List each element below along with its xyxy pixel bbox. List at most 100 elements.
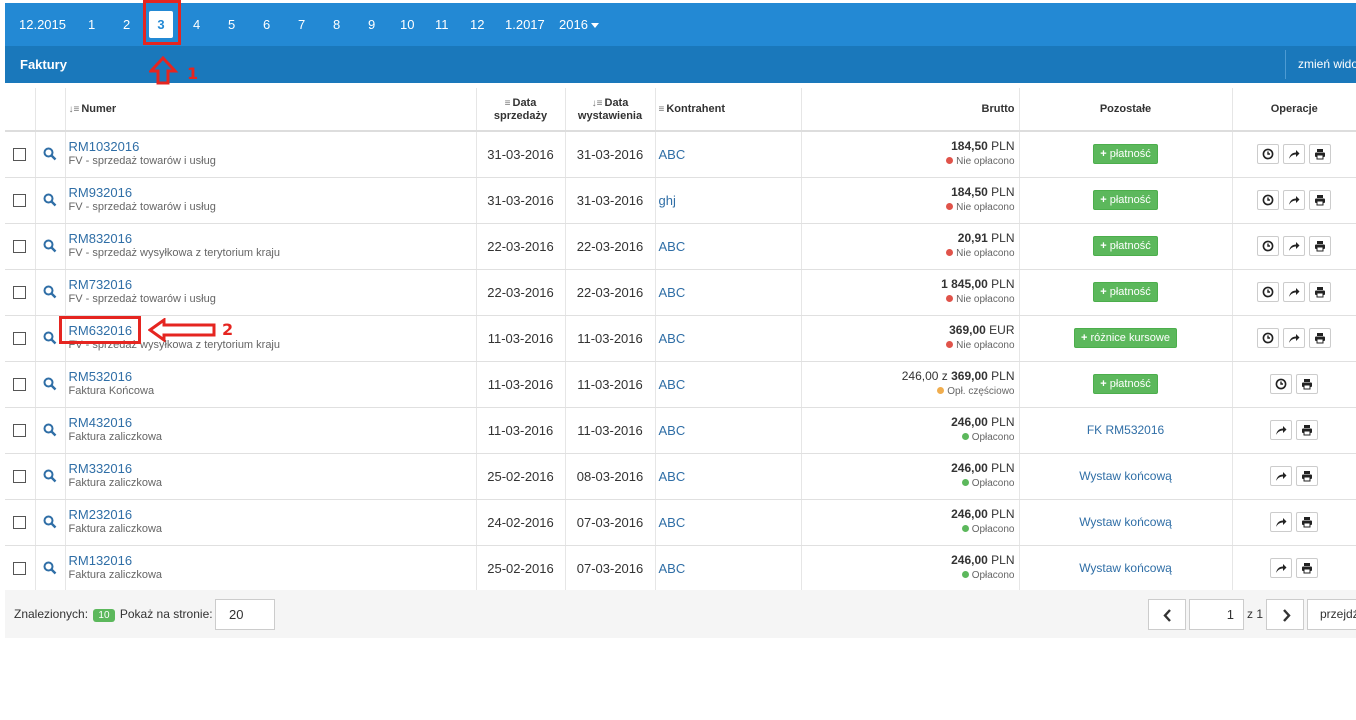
search-icon[interactable] [43,561,57,575]
print-button[interactable] [1296,420,1319,440]
history-button[interactable] [1257,144,1280,165]
header-kontrahent[interactable]: ≡ Kontrahent [655,88,802,132]
add-exchange-diff-button[interactable]: + różnice kursowe [1074,328,1177,348]
header-numer[interactable]: ↓≡ Numer [65,88,477,132]
add-payment-button[interactable]: + płatność [1093,374,1158,394]
print-button[interactable] [1309,190,1332,210]
month-tab-11[interactable]: 11 [435,3,449,46]
search-icon[interactable] [43,423,57,437]
invoice-number-link[interactable]: RM432016 [69,416,476,430]
search-icon[interactable] [43,239,57,253]
related-invoice-link[interactable]: Wystaw końcową [1079,469,1172,483]
search-icon[interactable] [43,377,57,391]
row-checkbox[interactable] [13,561,27,575]
contractor-link[interactable]: ABC [659,285,686,300]
search-icon[interactable] [43,469,57,483]
contractor-link[interactable]: ABC [659,239,686,254]
send-button[interactable] [1283,328,1306,348]
month-tab-1-2017[interactable]: 1.2017 [505,3,545,46]
send-button[interactable] [1283,190,1306,210]
change-view-button[interactable]: zmień widok [1298,46,1356,83]
print-button[interactable] [1309,236,1332,256]
send-button[interactable] [1283,282,1306,302]
row-checkbox[interactable] [13,515,27,529]
invoice-number-link[interactable]: RM532016 [69,370,476,384]
print-button[interactable] [1296,374,1319,394]
month-tab-10[interactable]: 10 [400,3,414,46]
invoice-number-link[interactable]: RM732016 [69,278,476,292]
row-checkbox[interactable] [13,469,27,483]
history-button[interactable] [1270,374,1293,394]
invoice-number-link[interactable]: RM1032016 [69,140,476,154]
contractor-link[interactable]: ABC [659,147,686,162]
page-number-input[interactable]: 1 [1189,599,1244,630]
contractor-link[interactable]: ABC [659,331,686,346]
header-data-wystawienia[interactable]: ↓≡ Data wystawienia [565,88,656,132]
invoice-number-link[interactable]: RM832016 [69,232,476,246]
month-tab-4[interactable]: 4 [193,3,200,46]
print-button[interactable] [1296,466,1319,486]
row-checkbox[interactable] [13,377,27,391]
go-to-page-button[interactable]: przejdź [1307,599,1356,630]
month-tab-9[interactable]: 9 [368,3,375,46]
invoice-number-link[interactable]: RM232016 [69,508,476,522]
month-tab-12-2015[interactable]: 12.2015 [19,3,66,46]
send-button[interactable] [1283,236,1306,256]
print-button[interactable] [1309,144,1332,165]
brutto-cell: 184,50 PLN Nie opłacono [801,177,1020,224]
per-page-input[interactable]: 20 [215,599,275,630]
print-button[interactable] [1309,282,1332,302]
invoice-number-link[interactable]: RM932016 [69,186,476,200]
history-button[interactable] [1257,328,1280,348]
add-payment-button[interactable]: + płatność [1093,190,1158,210]
history-button[interactable] [1257,282,1280,302]
month-tab-1[interactable]: 1 [88,3,95,46]
history-button[interactable] [1257,236,1280,256]
related-invoice-link[interactable]: Wystaw końcową [1079,515,1172,529]
print-button[interactable] [1309,328,1332,348]
month-tab-7[interactable]: 7 [298,3,305,46]
month-tab-12[interactable]: 12 [470,3,484,46]
send-button[interactable] [1270,512,1293,532]
month-tab-6[interactable]: 6 [263,3,270,46]
print-button[interactable] [1296,558,1319,578]
send-button[interactable] [1270,420,1293,440]
print-button[interactable] [1296,512,1319,532]
contractor-link[interactable]: ABC [659,423,686,438]
row-checkbox[interactable] [13,285,27,299]
send-button[interactable] [1270,558,1293,578]
add-payment-button[interactable]: + płatność [1093,282,1158,302]
contractor-link[interactable]: ABC [659,561,686,576]
related-invoice-link[interactable]: Wystaw końcową [1079,561,1172,575]
history-button[interactable] [1257,190,1280,210]
invoice-number-link[interactable]: RM132016 [69,554,476,568]
row-checkbox[interactable] [13,239,27,253]
send-button[interactable] [1270,466,1293,486]
month-tab-5[interactable]: 5 [228,3,235,46]
contractor-link[interactable]: ABC [659,469,686,484]
month-tab-8[interactable]: 8 [333,3,340,46]
send-button[interactable] [1283,144,1306,165]
contractor-link[interactable]: ghj [659,193,676,208]
search-icon[interactable] [43,147,57,161]
contractor-link[interactable]: ABC [659,377,686,392]
search-icon[interactable] [43,193,57,207]
year-dropdown[interactable]: 2016 [559,3,599,46]
search-icon[interactable] [43,285,57,299]
row-checkbox[interactable] [13,331,27,345]
search-icon[interactable] [43,515,57,529]
prev-page-button[interactable] [1148,599,1186,630]
header-data-sprzedazy[interactable]: ≡ Data sprzedaży [476,88,566,132]
contractor-link[interactable]: ABC [659,515,686,530]
row-checkbox[interactable] [13,193,27,207]
invoice-number-link[interactable]: RM332016 [69,462,476,476]
add-payment-button[interactable]: + płatność [1093,144,1158,165]
row-checkbox[interactable] [13,423,27,437]
related-invoice-link[interactable]: FK RM532016 [1087,423,1164,437]
contractor-cell: ABC [655,131,802,178]
month-tab-2[interactable]: 2 [123,3,130,46]
next-page-button[interactable] [1266,599,1304,630]
add-payment-button[interactable]: + płatność [1093,236,1158,256]
row-checkbox[interactable] [13,147,27,161]
search-icon[interactable] [43,331,57,345]
